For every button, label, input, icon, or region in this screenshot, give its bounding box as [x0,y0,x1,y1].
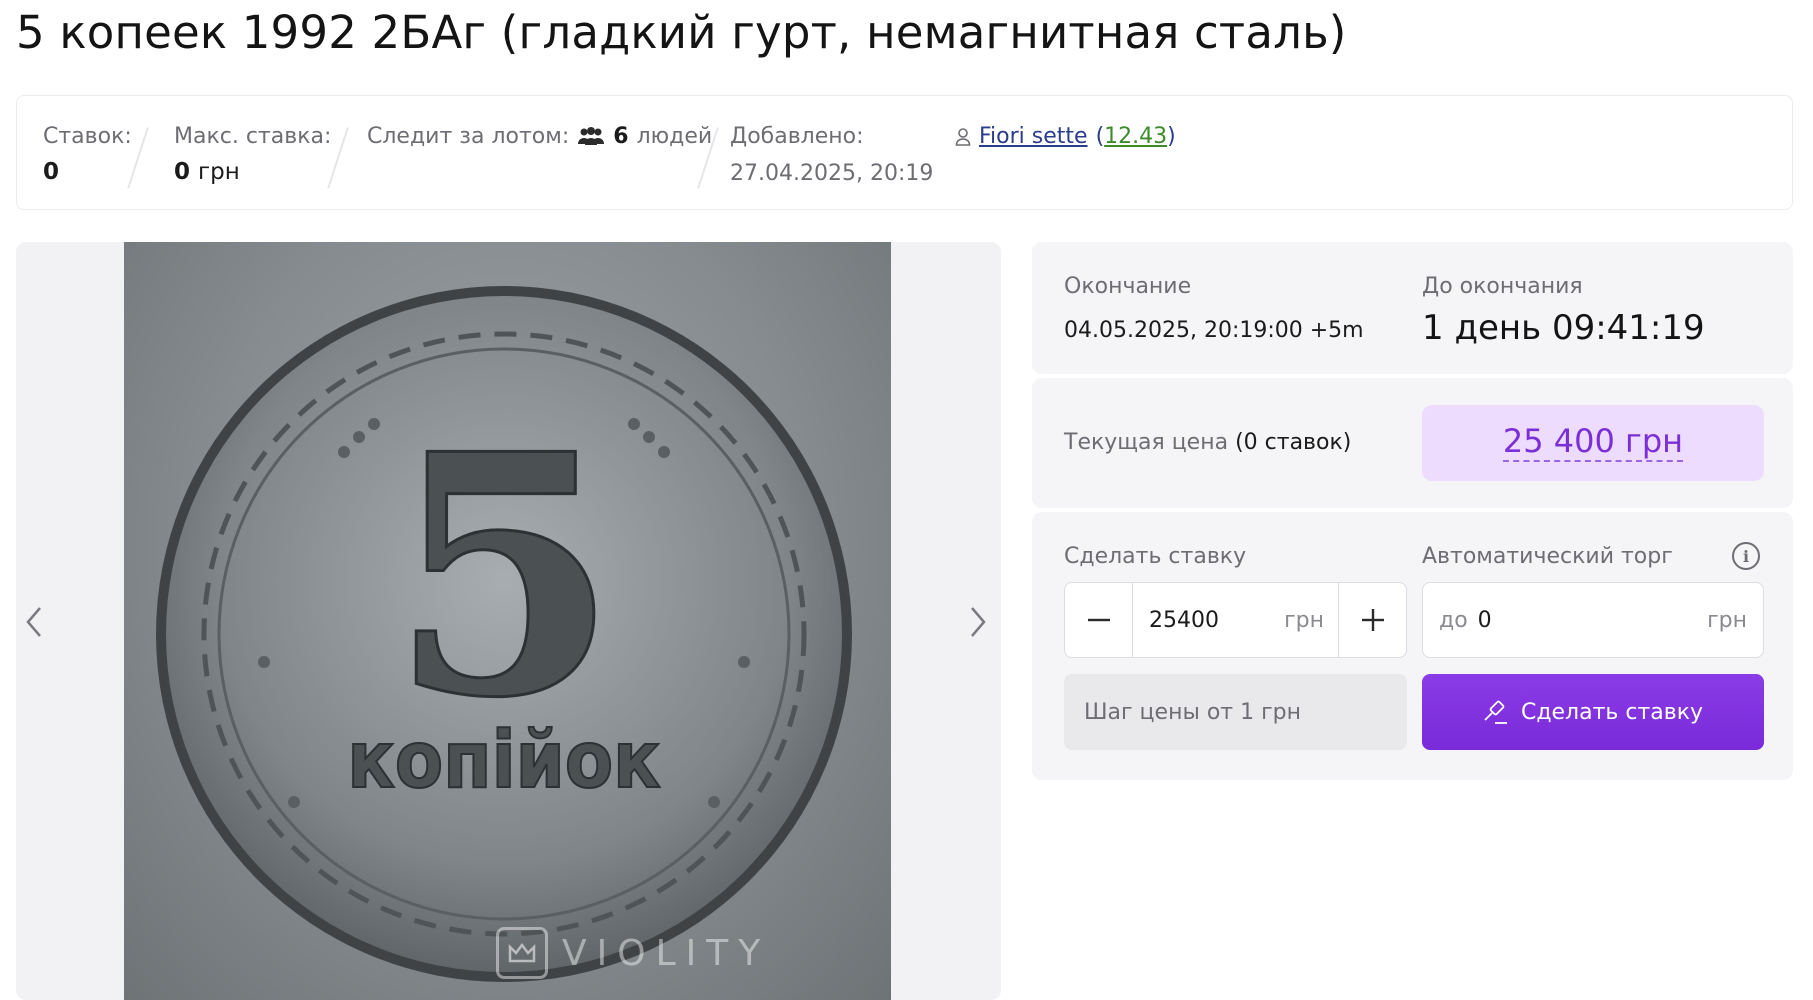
current-price-panel: Текущая цена (0 ставок) 25 400 грн [1032,378,1793,508]
gavel-icon [1484,700,1507,724]
coin-image: 5 копійок [156,286,852,982]
end-label: Окончание [1064,274,1192,299]
end-value: 04.05.2025, 20:19:00 +5m [1064,318,1364,343]
bids-stat: Ставок: 0 [43,124,132,185]
time-left-label: До окончания [1422,274,1583,299]
info-icon[interactable]: i [1732,542,1760,570]
bids-value: 0 [43,159,60,185]
plus-icon [1361,609,1384,631]
max-bid-stat: Макс. ставка: 0 грн [174,124,331,185]
place-bid-label: Сделать ставку [1520,699,1704,725]
auto-bid-label: Автоматический торг [1422,544,1673,569]
people-icon [578,126,605,145]
crown-icon [496,927,548,979]
auction-timer-panel: Окончание 04.05.2025, 20:19:00 +5m До ок… [1032,242,1793,374]
watchers-unit: людей [636,124,713,149]
gallery-prev-button[interactable] [22,604,46,649]
bid-amount-input[interactable] [1149,607,1269,633]
max-bid-value: 0 грн [174,159,240,185]
added-label: Добавлено: [730,124,864,149]
seller-rating[interactable]: (12.43) [1096,124,1176,149]
svg-text:5: 5 [389,382,619,770]
max-bid-label: Макс. ставка: [174,124,332,149]
chevron-left-icon [26,607,41,637]
auto-bid-prefix: до [1439,607,1468,633]
auto-bid-field: до грн [1422,582,1764,658]
added-stat: Добавлено: 27.04.2025, 20:19 [730,124,933,186]
bids-label: Ставок: [43,124,132,149]
auto-bid-unit: грн [1707,607,1747,633]
auto-bid-input[interactable] [1477,607,1658,633]
watermark: VIOLITY [496,927,770,979]
gallery-next-button[interactable] [966,604,990,649]
bid-unit: грн [1284,607,1324,633]
current-price-box: 25 400 грн [1422,405,1764,481]
image-gallery: 5 копійок VIOLITY [16,242,1001,1000]
minus-icon [1087,618,1110,622]
bid-amount-stepper: грн [1064,582,1407,658]
user-icon [955,127,971,146]
watchers-label: Следит за лотом: [367,124,570,149]
added-value: 27.04.2025, 20:19 [730,161,934,186]
decrease-bid-button[interactable] [1065,583,1133,657]
bid-panel: Сделать ставку Автоматический торг i грн… [1032,512,1793,780]
watchers-stat: Следит за лотом: 6 людей [367,124,712,149]
current-price-label: Текущая цена (0 ставок) [1064,430,1352,455]
increase-bid-button[interactable] [1338,583,1406,657]
chevron-right-icon [971,607,986,637]
watchers-count: 6 [613,124,629,149]
seller-link[interactable]: Fiori sette [979,124,1088,149]
page-title: 5 копеек 1992 2БАг (гладкий гурт, немагн… [16,6,1347,59]
watermark-text: VIOLITY [562,932,771,974]
time-left-value: 1 день 09:41:19 [1422,308,1705,348]
price-step-info: Шаг цены от 1 грн [1064,674,1407,750]
bid-label: Сделать ставку [1064,544,1247,569]
current-price-value[interactable]: 25 400 грн [1502,424,1684,462]
seller-info: Fiori sette (12.43) [955,124,1176,149]
svg-text:копійок: копійок [347,716,660,806]
lot-photo[interactable]: 5 копійок [124,242,891,1000]
lot-stats-bar: Ставок: 0 Макс. ставка: 0 грн Следит за … [16,95,1793,210]
place-bid-button[interactable]: Сделать ставку [1422,674,1764,750]
